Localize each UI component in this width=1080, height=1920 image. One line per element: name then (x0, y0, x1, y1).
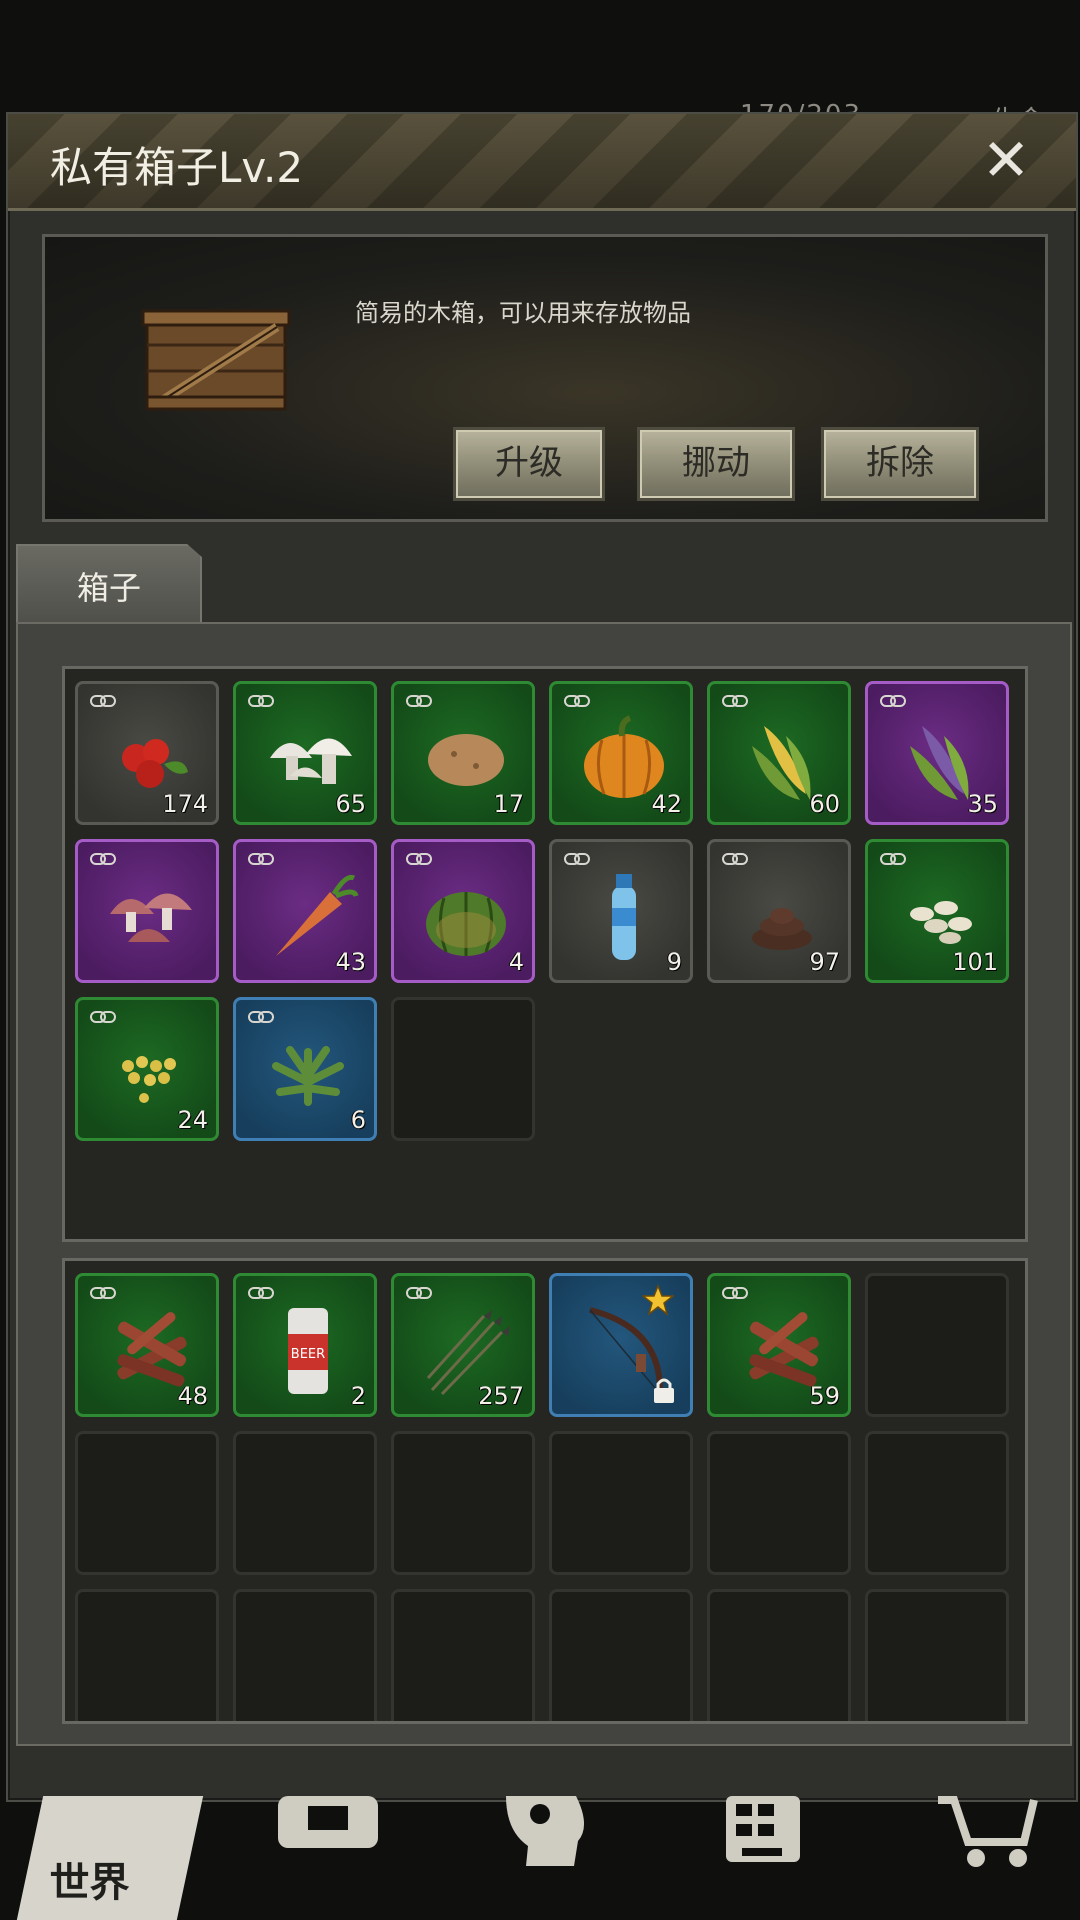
empty-slot[interactable] (75, 1431, 219, 1575)
item-count: 97 (809, 948, 840, 976)
bottom-nav: 世界 (0, 1796, 1080, 1920)
private-box-window: 私有箱子Lv.2 ✕ 简易的木箱，可以用来存放物品 升级 挪动 拆除 箱子 17… (6, 112, 1078, 1802)
lock-icon (654, 1378, 674, 1403)
shop-cart-icon[interactable] (932, 1796, 1042, 1870)
inventory-slot[interactable]: 59 (707, 1273, 851, 1417)
inventory-slot[interactable]: 174 (75, 681, 219, 825)
wooden-crate-icon (141, 309, 291, 411)
backpack-grid: 48 BEER 2 257 59 (62, 1258, 1028, 1724)
inventory-slot[interactable]: 101 (865, 839, 1009, 983)
inventory-slot[interactable]: 257 (391, 1273, 535, 1417)
title-bar: 私有箱子Lv.2 ✕ (8, 114, 1076, 211)
inventory-slot[interactable]: 97 (707, 839, 851, 983)
item-count: 35 (967, 790, 998, 818)
inventory-slot[interactable]: 35 (865, 681, 1009, 825)
item-count: 24 (177, 1106, 208, 1134)
item-count: 48 (177, 1382, 208, 1410)
inventory-slot[interactable] (75, 839, 219, 983)
item-count: 101 (952, 948, 998, 976)
inventory-slot[interactable]: 24 (75, 997, 219, 1141)
empty-slot[interactable] (865, 1273, 1009, 1417)
inventory-slot[interactable]: 17 (391, 681, 535, 825)
inventory-slot[interactable]: 60 (707, 681, 851, 825)
hemp-leaf-icon (272, 1046, 344, 1106)
inventory-slot[interactable]: 4 (391, 839, 535, 983)
svg-text:BEER: BEER (291, 1347, 325, 1362)
tab-box[interactable]: 箱子 (16, 544, 202, 626)
item-count: 17 (493, 790, 524, 818)
empty-slot[interactable] (865, 1589, 1009, 1721)
upgrade-button[interactable]: 升级 (453, 427, 605, 501)
empty-slot[interactable] (549, 1589, 693, 1721)
skills-head-icon[interactable] (496, 1796, 596, 1866)
empty-slot[interactable] (549, 1431, 693, 1575)
dismantle-button[interactable]: 拆除 (821, 427, 979, 501)
move-button[interactable]: 挪动 (637, 427, 795, 501)
item-count: 2 (350, 1382, 366, 1410)
close-icon[interactable]: ✕ (976, 130, 1036, 190)
window-title: 私有箱子Lv.2 (50, 143, 304, 192)
crafting-icon[interactable] (718, 1796, 808, 1866)
inventory-slot[interactable]: 9 (549, 839, 693, 983)
item-count: 60 (809, 790, 840, 818)
inventory-slot[interactable]: 43 (233, 839, 377, 983)
empty-slot[interactable] (75, 1589, 219, 1721)
backpack-icon[interactable] (268, 1796, 388, 1856)
nav-world-label: 世界 (49, 1860, 130, 1906)
empty-slot[interactable] (391, 1589, 535, 1721)
star-icon (642, 1284, 674, 1316)
item-count: 4 (508, 948, 524, 976)
empty-slot[interactable] (233, 1589, 377, 1721)
beer-can-icon: BEER (288, 1308, 328, 1394)
item-count: 174 (162, 790, 208, 818)
inventory-slot[interactable]: 65 (233, 681, 377, 825)
empty-slot[interactable] (233, 1431, 377, 1575)
item-count: 257 (478, 1382, 524, 1410)
inventory-slot[interactable]: 6 (233, 997, 377, 1141)
item-count: 59 (809, 1382, 840, 1410)
item-count: 42 (651, 790, 682, 818)
inventory-slot[interactable] (549, 1273, 693, 1417)
inventory-slot[interactable]: BEER 2 (233, 1273, 377, 1417)
box-storage-grid: 174 65 17 42 60 35 43 4 9 97 101 24 6 (62, 666, 1028, 1242)
info-panel: 简易的木箱，可以用来存放物品 升级 挪动 拆除 (42, 234, 1048, 522)
water-bottle-icon (612, 874, 636, 960)
item-count: 43 (335, 948, 366, 976)
item-count: 6 (350, 1106, 366, 1134)
empty-slot[interactable] (707, 1589, 851, 1721)
item-count: 65 (335, 790, 366, 818)
nav-world-tab[interactable]: 世界 (16, 1796, 204, 1920)
empty-slot[interactable] (391, 997, 535, 1141)
green-pumpkin-icon (426, 892, 506, 956)
empty-slot[interactable] (865, 1431, 1009, 1575)
inventory-slot[interactable]: 48 (75, 1273, 219, 1417)
storage-content: 174 65 17 42 60 35 43 4 9 97 101 24 6 48 BEER 2 257 59 (16, 622, 1072, 1746)
item-count: 9 (666, 948, 682, 976)
item-description: 简易的木箱，可以用来存放物品 (355, 299, 691, 327)
empty-slot[interactable] (707, 1431, 851, 1575)
red-mushrooms-icon (110, 893, 192, 942)
inventory-slot[interactable]: 42 (549, 681, 693, 825)
empty-slot[interactable] (391, 1431, 535, 1575)
